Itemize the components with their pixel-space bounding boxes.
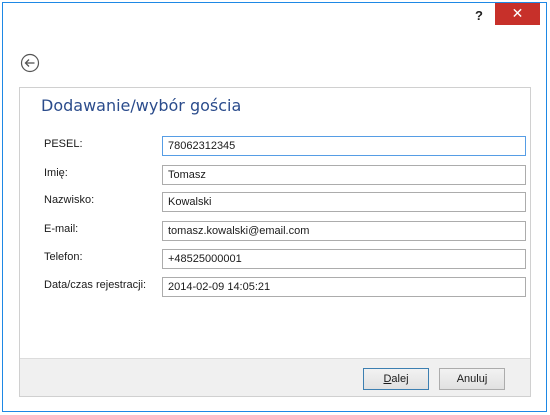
email-label: E-mail: [44, 223, 79, 235]
button-bar: Dalej Anuluj [20, 358, 530, 396]
email-input[interactable] [162, 221, 526, 241]
close-icon: ✕ [511, 5, 524, 21]
close-button[interactable]: ✕ [495, 3, 540, 25]
first-name-label: Imię: [44, 167, 68, 179]
registration-datetime-label: Data/czas rejestracji: [44, 279, 147, 291]
first-name-input[interactable] [162, 165, 526, 185]
pesel-row: PESEL: [20, 136, 530, 156]
phone-label: Telefon: [44, 251, 83, 263]
next-label: alej [391, 373, 409, 385]
last-name-input[interactable] [162, 192, 526, 212]
first-name-row: Imię: [20, 165, 530, 185]
back-arrow-icon [20, 53, 40, 73]
pesel-input[interactable] [162, 136, 526, 156]
phone-row: Telefon: [20, 249, 530, 269]
email-row: E-mail: [20, 221, 530, 241]
title-bar: ? ✕ [3, 3, 546, 33]
page-title: Dodawanie/wybór gościa [41, 96, 242, 115]
cancel-button[interactable]: Anuluj [439, 368, 505, 390]
last-name-label: Nazwisko: [44, 194, 95, 206]
phone-input[interactable] [162, 249, 526, 269]
guest-form-panel: Dodawanie/wybór gościa PESEL: Imię: Nazw… [19, 87, 531, 397]
registration-datetime-row: Data/czas rejestracji: [20, 277, 530, 297]
last-name-row: Nazwisko: [20, 192, 530, 212]
registration-datetime-input[interactable] [162, 277, 526, 297]
back-button[interactable] [20, 53, 40, 73]
help-button[interactable]: ? [468, 5, 490, 27]
pesel-label: PESEL: [44, 138, 83, 150]
next-button[interactable]: Dalej [363, 368, 429, 390]
dialog-window: ? ✕ Dodawanie/wybór gościa PESEL: Imię: … [2, 2, 547, 412]
